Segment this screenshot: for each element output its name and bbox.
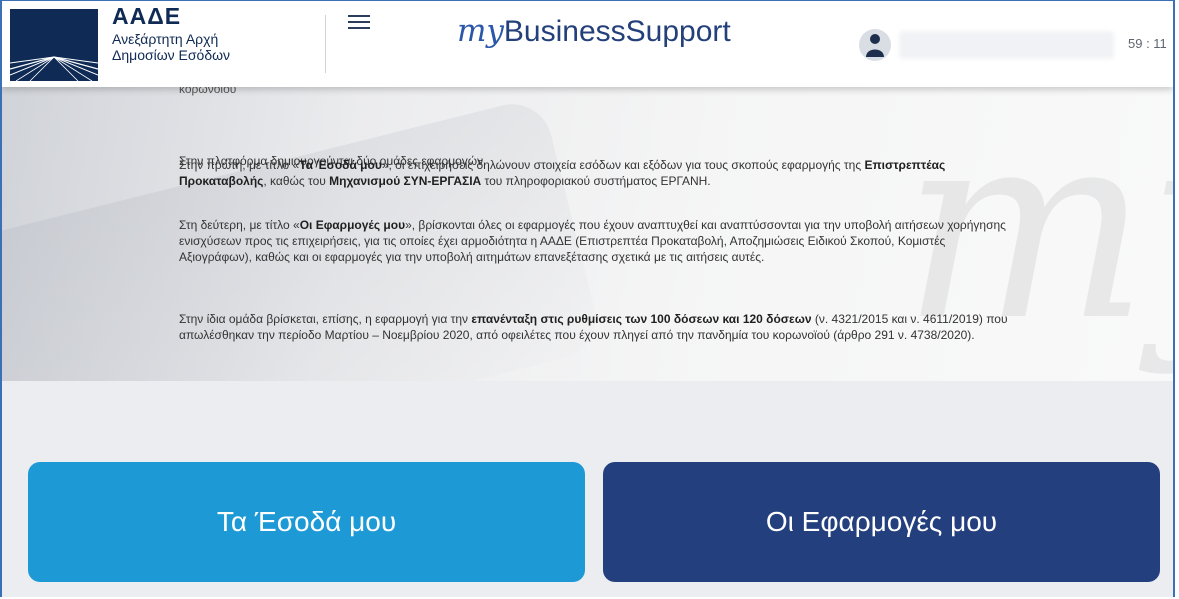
- org-name-line2: Δημοσίων Εσόδων: [112, 47, 231, 63]
- my-incomes-button[interactable]: Τα Έσοδά μου: [28, 462, 585, 582]
- top-header: ΑΑΔΕ Ανεξάρτητη Αρχή Δημοσίων Εσόδων myB…: [2, 1, 1173, 87]
- user-avatar-icon[interactable]: [859, 29, 891, 61]
- username-redacted: [899, 31, 1114, 59]
- app-window: ΑΑΔΕ Ανεξάρτητη Αρχή Δημοσίων Εσόδων myB…: [0, 0, 1175, 597]
- session-timer: 59 : 11: [1128, 36, 1167, 51]
- org-name-line1: Ανεξάρτητη Αρχή: [112, 31, 219, 47]
- intro-paragraph-4: Στην ίδια ομάδα βρίσκεται, επίσης, η εφα…: [179, 312, 1008, 342]
- incomes-title-ref: Τα Έσοδά μου: [299, 158, 382, 172]
- org-name: Ανεξάρτητη Αρχή Δημοσίων Εσόδων: [112, 31, 292, 63]
- intro-fragment: κορωνοϊού: [179, 87, 237, 96]
- apps-title-ref: Οι Εφαρμογές μου: [299, 218, 406, 232]
- brand-name: BusinessSupport: [503, 15, 731, 48]
- header-divider: [325, 15, 326, 73]
- aade-logo-icon: [10, 9, 98, 81]
- brand-prefix: my: [457, 13, 504, 49]
- syn-ergasia-ref: Μηχανισμού ΣΥΝ-ΕΡΓΑΣΙΑ: [329, 174, 482, 188]
- reinstatement-ref: επανένταξη στις ρυθμίσεις των 100 δόσεων…: [471, 312, 812, 326]
- my-applications-button[interactable]: Οι Εφαρμογές μου: [603, 462, 1160, 582]
- intro-paragraph-2: Στην πρώτη, με τίτλο «Τα Έσοδά μου», οι …: [179, 158, 946, 188]
- intro-banner: my κορωνοϊού Στην πλατφόρμα δημιουργούντ…: [2, 87, 1173, 381]
- my-applications-label: Οι Εφαρμογές μου: [765, 506, 998, 537]
- intro-paragraph-3: Στη δεύτερη, με τίτλο «Οι Εφαρμογές μου»…: [179, 218, 1006, 264]
- my-incomes-label: Τα Έσοδά μου: [216, 506, 397, 537]
- hamburger-menu-icon[interactable]: [348, 11, 370, 33]
- org-acronym: ΑΑΔΕ: [112, 3, 182, 29]
- brand-logo[interactable]: myBusinessSupport: [457, 13, 731, 49]
